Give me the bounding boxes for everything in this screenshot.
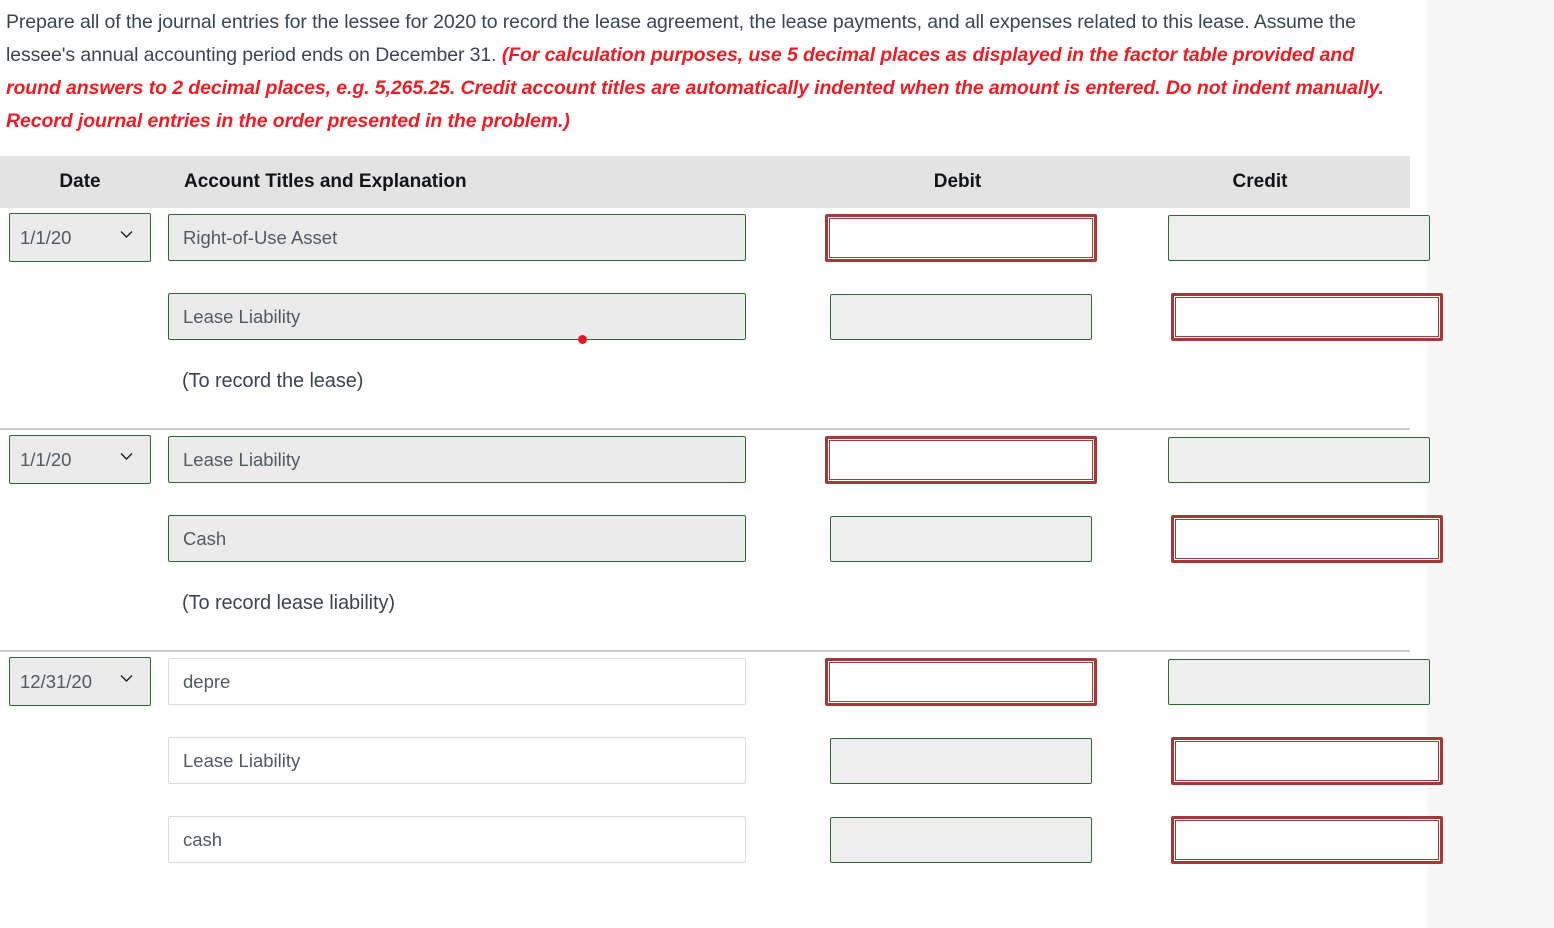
account-cell — [160, 208, 805, 261]
date-select[interactable]: 12/31/20 — [9, 657, 151, 706]
account-title-input[interactable] — [168, 816, 746, 863]
credit-amount-input[interactable] — [1171, 515, 1443, 563]
journal-entry-block: 12/31/20 — [0, 650, 1443, 889]
debit-amount-input[interactable] — [825, 436, 1097, 484]
account-cell — [160, 509, 805, 562]
table-body: 1/1/20 Right-of-Use Asset Lease Liabilit… — [0, 208, 1443, 889]
debit-amount-input-disabled[interactable] — [830, 516, 1092, 562]
journal-line-row — [0, 509, 1443, 588]
debit-amount-input[interactable] — [825, 658, 1097, 706]
debit-cell — [805, 509, 1135, 562]
account-cell — [160, 287, 805, 344]
instructions-paragraph: Prepare all of the journal entries for t… — [0, 0, 1427, 138]
column-header-debit: Debit — [805, 156, 1110, 208]
account-title-input[interactable] — [168, 658, 746, 705]
journal-memo-row: (To record the lease) — [0, 366, 1410, 428]
debit-cell — [805, 208, 1130, 262]
journal-entry-block: 1/1/20 — [0, 208, 1443, 428]
debit-cell — [805, 810, 1135, 863]
credit-cell — [1130, 208, 1468, 261]
date-select[interactable]: 1/1/20 — [9, 435, 151, 484]
credit-cell — [1135, 810, 1471, 864]
page-root: Prepare all of the journal entries for t… — [0, 0, 1554, 928]
journal-entry-table: Date Account Titles and Explanation Debi… — [0, 156, 1443, 889]
column-header-date: Date — [0, 156, 160, 208]
account-title-input[interactable] — [168, 293, 746, 340]
debit-amount-input-disabled[interactable] — [830, 738, 1092, 784]
credit-cell — [1135, 287, 1471, 341]
table-header-row: Date Account Titles and Explanation Debi… — [0, 156, 1410, 208]
account-cell — [160, 810, 805, 863]
account-title-input[interactable] — [168, 737, 746, 784]
account-cell — [160, 731, 805, 784]
debit-amount-input[interactable] — [825, 214, 1097, 262]
journal-entry-block: 1/1/20 — [0, 428, 1443, 650]
date-cell: 1/1/20 — [0, 430, 160, 484]
account-title-input[interactable] — [168, 436, 746, 483]
content-area: Prepare all of the journal entries for t… — [0, 0, 1443, 928]
column-header-account: Account Titles and Explanation — [160, 156, 805, 208]
journal-line-row: 1/1/20 — [0, 208, 1430, 287]
debit-cell — [805, 287, 1135, 340]
credit-amount-input-disabled[interactable] — [1168, 215, 1430, 261]
debit-cell — [805, 430, 1130, 484]
journal-memo-row: (To record lease liability) — [0, 588, 1410, 650]
debit-amount-input-disabled[interactable] — [830, 817, 1092, 863]
date-select-wrapper[interactable]: 1/1/20 — [0, 208, 151, 262]
credit-amount-input[interactable] — [1171, 737, 1443, 785]
credit-amount-input[interactable] — [1171, 816, 1443, 864]
journal-line-row — [0, 731, 1443, 810]
credit-cell — [1135, 509, 1471, 563]
debit-amount-input-disabled[interactable] — [830, 294, 1092, 340]
column-header-credit: Credit — [1110, 156, 1410, 208]
debit-cell — [805, 652, 1130, 706]
account-cell — [160, 430, 805, 483]
date-select-wrapper[interactable]: 12/31/20 — [0, 652, 151, 706]
journal-line-row: 1/1/20 — [0, 430, 1430, 509]
table-header: Date Account Titles and Explanation Debi… — [0, 156, 1410, 208]
credit-cell — [1130, 652, 1468, 705]
entry-memo-text: (To record lease liability) — [182, 592, 395, 614]
date-cell: 1/1/20 — [0, 208, 160, 262]
journal-line-row — [0, 287, 1443, 366]
account-title-input[interactable] — [168, 214, 746, 261]
debit-cell — [805, 731, 1135, 784]
journal-line-row: 12/31/20 — [0, 652, 1430, 731]
credit-cell — [1135, 731, 1471, 785]
credit-amount-input-disabled[interactable] — [1168, 437, 1430, 483]
error-dot-marker — [578, 335, 587, 344]
account-title-input[interactable] — [168, 515, 746, 562]
account-cell — [160, 652, 805, 705]
entry-memo-text: (To record the lease) — [182, 370, 364, 392]
date-select[interactable]: 1/1/20 — [9, 213, 151, 262]
date-cell: 12/31/20 — [0, 652, 160, 706]
credit-cell — [1130, 430, 1468, 483]
credit-amount-input-disabled[interactable] — [1168, 659, 1430, 705]
date-select-wrapper[interactable]: 1/1/20 — [0, 430, 151, 484]
credit-amount-input[interactable] — [1171, 293, 1443, 341]
journal-line-row — [0, 810, 1443, 889]
